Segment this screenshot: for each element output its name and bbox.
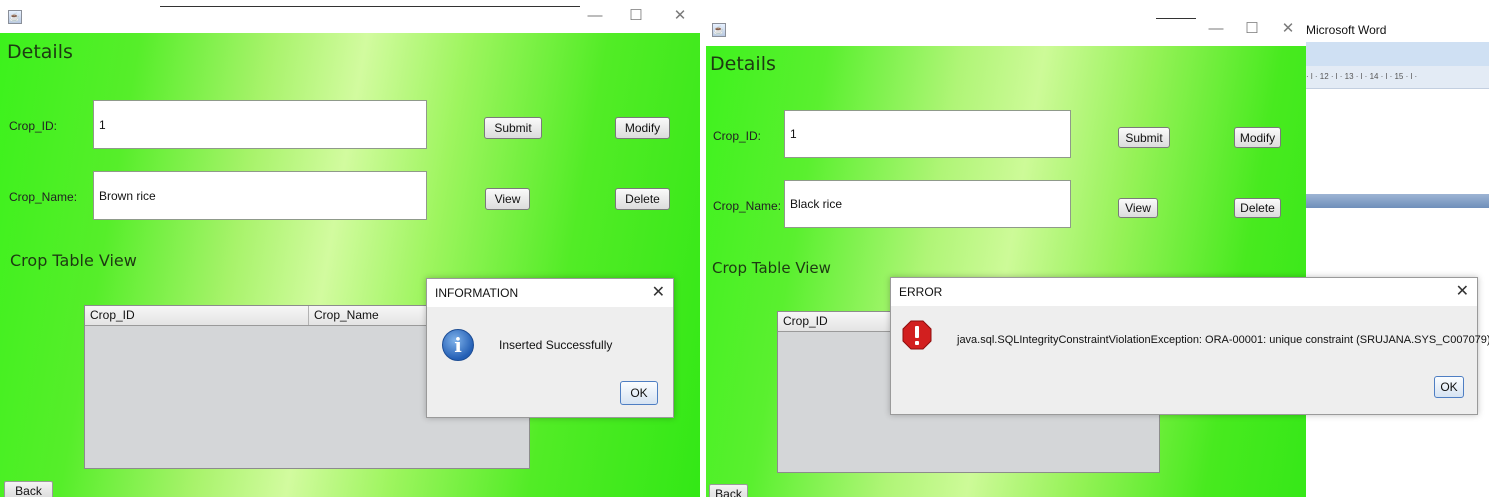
word-window-title: Microsoft Word [1306, 23, 1387, 37]
right-content-panel: Details Crop_ID: 1 Crop_Name: Black rice… [706, 46, 1306, 497]
crop-name-value: Black rice [790, 197, 843, 211]
crop-name-input[interactable]: Brown rice [93, 171, 427, 220]
left-title-divider [160, 6, 580, 7]
crop-id-input[interactable]: 1 [93, 100, 427, 149]
left-title-bar: ☕ — ☐ ✕ [0, 0, 700, 33]
left-content-panel: Details Crop_ID: 1 Crop_Name: Brown rice… [0, 33, 700, 497]
crop-id-input[interactable]: 1 [784, 110, 1071, 158]
information-dialog: INFORMATION ✕ i Inserted Successfully OK [426, 278, 674, 418]
ok-button[interactable]: OK [1434, 376, 1464, 398]
crop-id-value: 1 [790, 127, 797, 141]
left-details-window: ☕ — ☐ ✕ Details Crop_ID: 1 Crop_Name: Br… [0, 0, 700, 497]
submit-button[interactable]: Submit [1118, 127, 1170, 148]
dialog-close-button[interactable]: ✕ [652, 282, 665, 302]
dialog-title-bar: ERROR ✕ [891, 278, 1477, 306]
crop-id-label: Crop_ID: [9, 119, 58, 133]
right-title-divider [1156, 18, 1196, 19]
submit-button[interactable]: Submit [484, 117, 542, 139]
close-window-button[interactable]: ✕ [1278, 19, 1298, 39]
crop-name-value: Brown rice [99, 188, 156, 203]
maximize-button[interactable]: ☐ [626, 6, 646, 26]
error-dialog: ERROR ✕ java.sql.SQLIntegrityConstraintV… [890, 277, 1489, 415]
crop-name-label: Crop_Name: [713, 199, 782, 213]
word-ribbon [1306, 42, 1489, 66]
dialog-title: ERROR [899, 285, 943, 299]
column-header-crop-id[interactable]: Crop_ID [778, 312, 898, 331]
details-heading: Details [710, 53, 776, 75]
view-button[interactable]: View [485, 188, 530, 210]
right-details-window: ☕ — ☐ ✕ Details Crop_ID: 1 Crop_Name: Bl… [706, 13, 1306, 497]
view-button[interactable]: View [1118, 198, 1158, 218]
error-icon [902, 320, 932, 350]
close-window-button[interactable]: ✕ [670, 6, 690, 26]
ok-button[interactable]: OK [620, 381, 658, 405]
crop-table-title: Crop Table View [712, 259, 831, 277]
java-app-icon: ☕ [712, 23, 726, 37]
word-ruler: · l · 12 · l · 13 · l · 14 · l · 15 · l … [1306, 66, 1489, 89]
dialog-message: java.sql.SQLIntegrityConstraintViolation… [957, 334, 1489, 346]
minimize-button[interactable]: — [585, 6, 605, 26]
right-title-bar: ☕ — ☐ ✕ [706, 13, 1306, 46]
dialog-close-button[interactable]: ✕ [1456, 281, 1469, 301]
back-button[interactable]: Back [4, 481, 53, 497]
maximize-button[interactable]: ☐ [1242, 19, 1262, 39]
modify-button[interactable]: Modify [615, 117, 670, 139]
crop-name-input[interactable]: Black rice [784, 180, 1071, 228]
minimize-button[interactable]: — [1206, 19, 1226, 39]
java-app-icon: ☕ [8, 10, 22, 24]
delete-button[interactable]: Delete [1234, 198, 1281, 218]
dialog-title: INFORMATION [435, 286, 519, 300]
word-scroll-bar [1306, 194, 1489, 208]
column-header-crop-id[interactable]: Crop_ID [85, 306, 309, 325]
crop-id-value: 1 [99, 117, 106, 132]
back-button[interactable]: Back [709, 484, 748, 497]
crop-name-label: Crop_Name: [9, 190, 78, 204]
details-heading: Details [7, 41, 73, 63]
dialog-message: Inserted Successfully [499, 338, 613, 352]
delete-button[interactable]: Delete [615, 188, 670, 210]
info-icon: i [442, 329, 474, 361]
modify-button[interactable]: Modify [1234, 127, 1281, 148]
crop-table-title: Crop Table View [10, 251, 137, 270]
crop-id-label: Crop_ID: [713, 129, 762, 143]
dialog-title-bar: INFORMATION ✕ [427, 279, 673, 307]
